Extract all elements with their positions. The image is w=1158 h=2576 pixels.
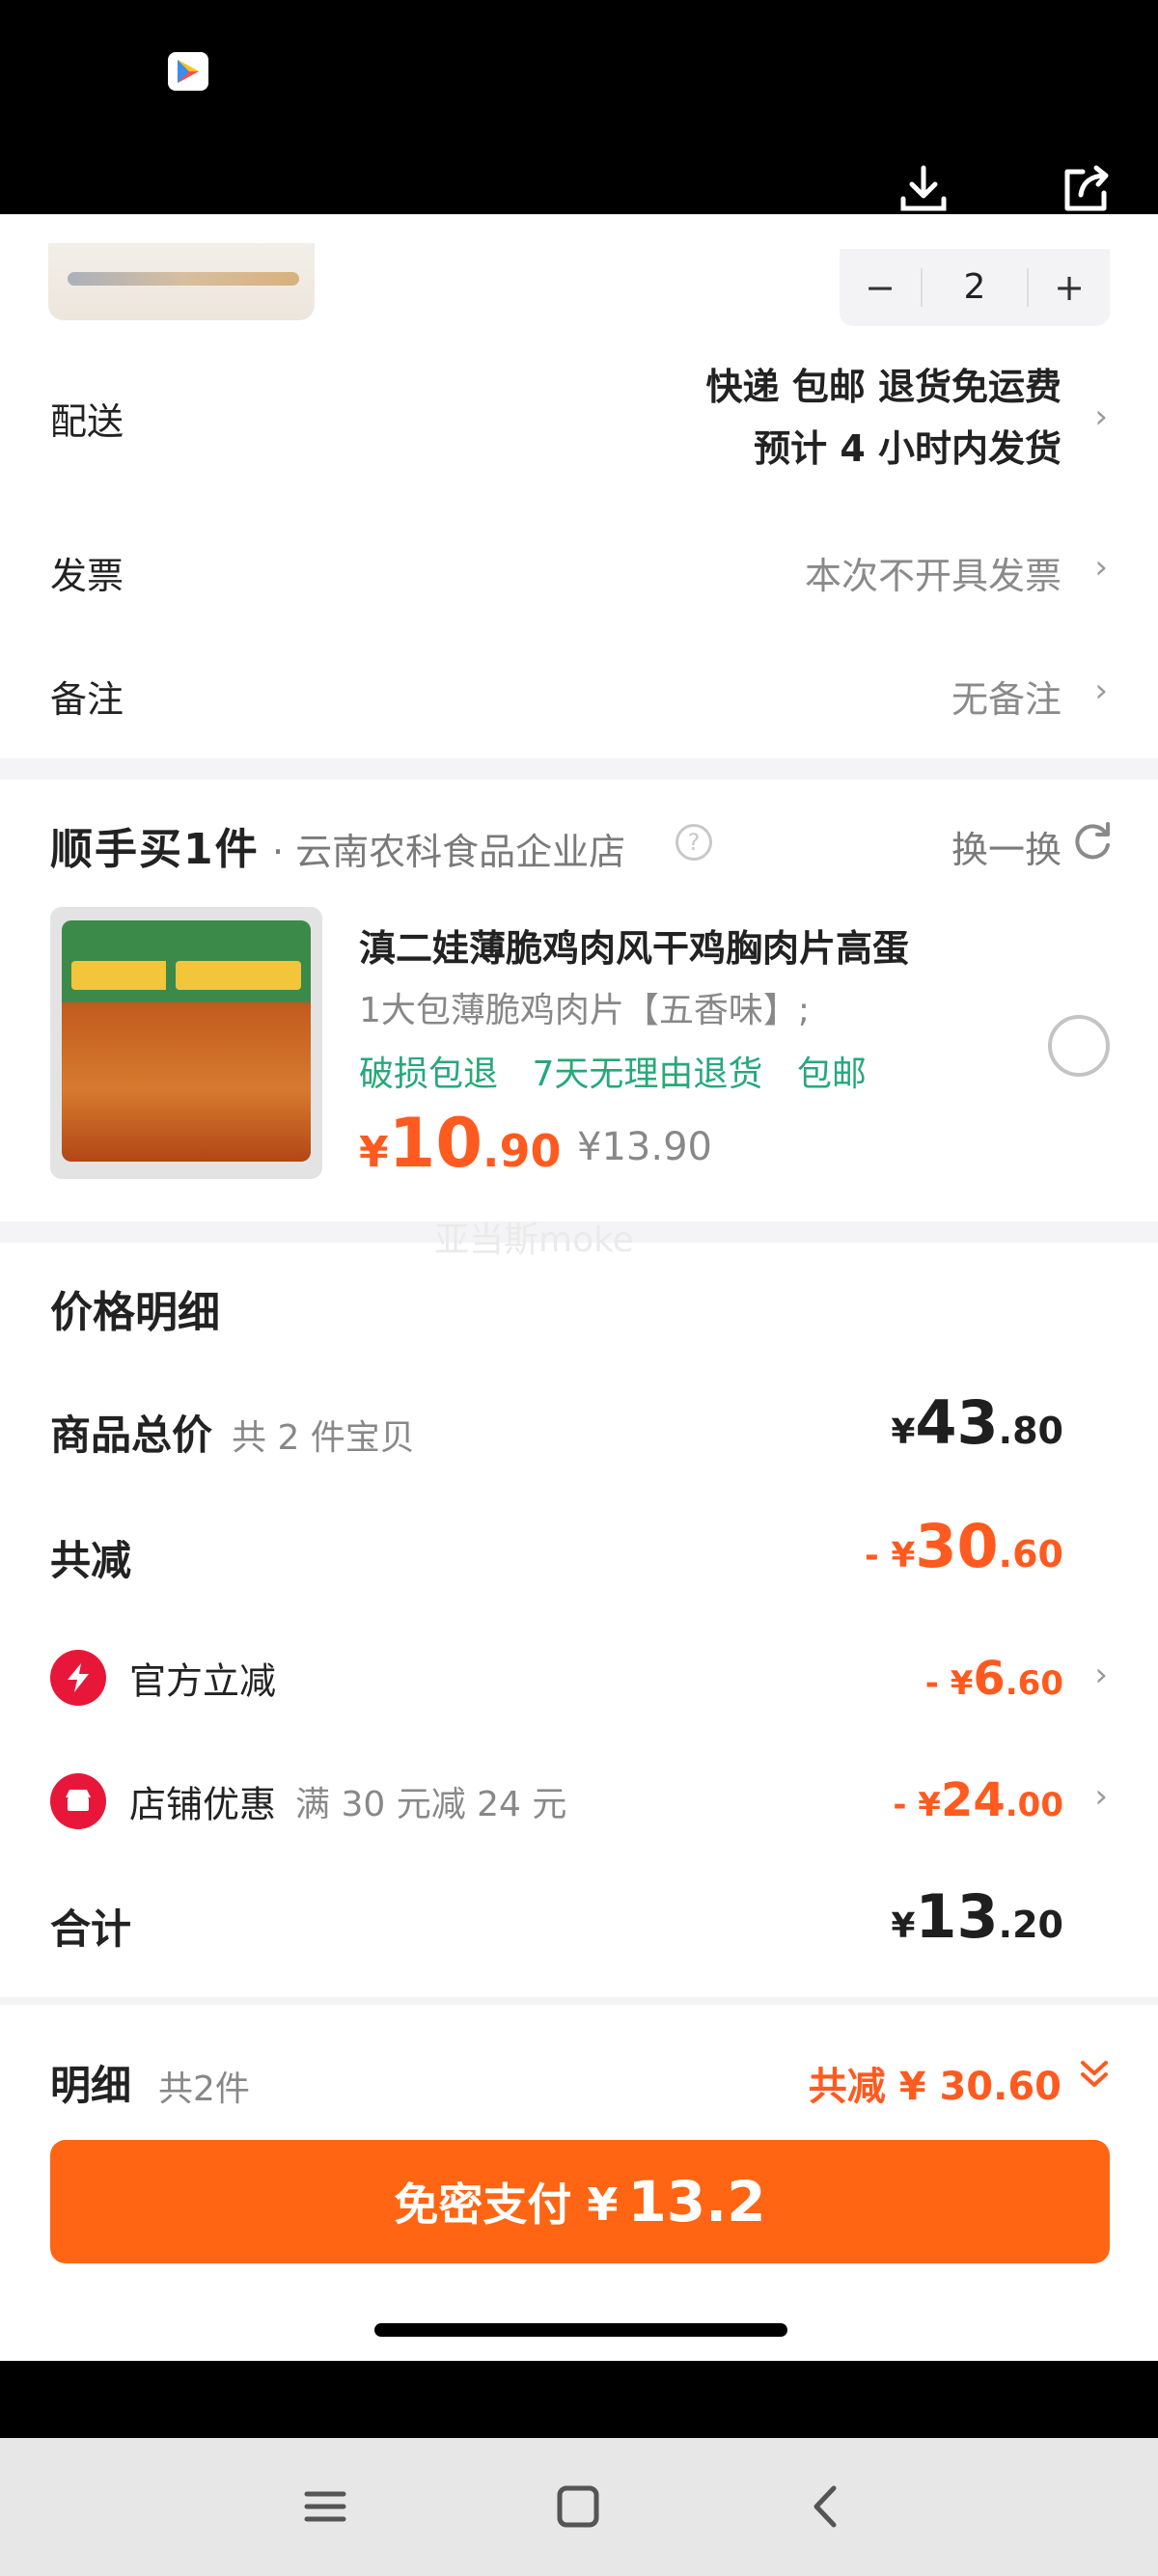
help-icon[interactable]: ?: [676, 824, 712, 861]
play-store-icon: [168, 52, 208, 91]
chevron-right-icon: ›: [1094, 548, 1108, 587]
section-divider: [0, 758, 1158, 780]
watermark: 亚当斯moke: [434, 1220, 634, 1260]
double-chevron-down-icon[interactable]: [1075, 2055, 1114, 2094]
menu-icon[interactable]: [299, 2480, 351, 2533]
top-bar: [0, 0, 1158, 214]
tag-damage-refund: 破损包退: [359, 1055, 499, 1094]
checkout-bar: 明细 共2件 共减 ¥ 30.60 免密支付 ¥13.2: [0, 1997, 1158, 2361]
detail-label[interactable]: 明细: [50, 2053, 131, 2112]
footer-reduce[interactable]: 共减 ¥ 30.60: [809, 2055, 1062, 2111]
system-nav-bar: [0, 2438, 1158, 2576]
chevron-right-icon: ›: [1094, 1777, 1108, 1816]
chevron-right-icon: ›: [1094, 1656, 1108, 1694]
chevron-right-icon: ›: [1094, 671, 1108, 710]
sum-amount: ¥13.20: [891, 1881, 1063, 1952]
addon-product-image[interactable]: [50, 907, 322, 1179]
shop-icon: [50, 1773, 106, 1829]
tag-free-shipping: 包邮: [796, 1055, 867, 1094]
addon-select-radio[interactable]: [1048, 1015, 1110, 1077]
item-count: 共2件: [158, 2069, 250, 2109]
download-icon[interactable]: [896, 162, 951, 216]
refresh-icon[interactable]: [1071, 818, 1116, 863]
price-detail-title: 价格明细: [50, 1288, 220, 1337]
lightning-icon: [50, 1650, 106, 1706]
remark-row[interactable]: 备注 无备注 ›: [0, 656, 1158, 733]
black-band: [0, 2361, 1158, 2438]
delivery-eta: 预计 4 小时内发货: [754, 427, 1062, 470]
tag-seven-day-return: 7天无理由退货: [532, 1055, 763, 1094]
order-page: − 2 + 配送 快递 包邮 退货免运费 预计 4 小时内发货 › 发票 本次不…: [0, 214, 1158, 2361]
addon-store-name[interactable]: · 云南农科食品企业店: [272, 822, 625, 875]
addon-service-tags: 破损包退 7天无理由退货 包邮: [359, 1046, 890, 1096]
home-icon[interactable]: [552, 2480, 604, 2533]
shop-discount-amount: - ¥24.00: [893, 1773, 1063, 1827]
share-icon[interactable]: [1058, 162, 1114, 216]
total-price-amount: ¥43.80: [891, 1387, 1063, 1458]
invoice-value: 本次不开具发票: [804, 555, 1062, 597]
delivery-label: 配送: [50, 400, 124, 443]
addon-original-price: ¥13.90: [577, 1125, 712, 1169]
remark-label: 备注: [50, 678, 124, 721]
remark-value: 无备注: [951, 678, 1062, 721]
delivery-method: 快递 包邮 退货免运费: [705, 366, 1062, 408]
swap-button[interactable]: 换一换: [951, 820, 1062, 873]
addon-product-sku: 1大包薄脆鸡肉片【五香味】;: [359, 991, 811, 1030]
home-indicator[interactable]: [374, 2323, 787, 2337]
invoice-row[interactable]: 发票 本次不开具发票 ›: [0, 533, 1158, 610]
pay-button[interactable]: 免密支付 ¥13.2: [50, 2140, 1110, 2263]
back-icon[interactable]: [801, 2480, 853, 2533]
total-reduce-amount: - ¥30.60: [864, 1511, 1063, 1581]
addon-product-name[interactable]: 滇二娃薄脆鸡肉风干鸡胸肉片高蛋: [359, 918, 909, 972]
addon-title: 顺手买1件: [50, 825, 260, 874]
official-discount-amount: - ¥6.60: [924, 1652, 1063, 1706]
invoice-label: 发票: [50, 555, 124, 597]
delivery-row[interactable]: 配送 快递 包邮 退货免运费 预计 4 小时内发货 ›: [0, 214, 1158, 504]
chevron-right-icon: ›: [1094, 397, 1108, 436]
addon-price: ¥10.90: [359, 1104, 562, 1183]
